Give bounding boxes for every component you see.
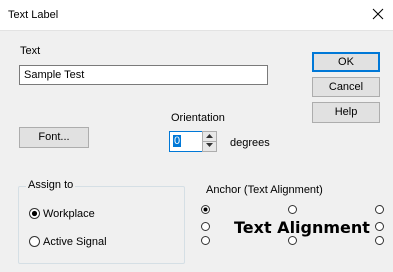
- active-signal-label[interactable]: Active Signal: [43, 236, 107, 248]
- workplace-label[interactable]: Workplace: [43, 208, 95, 220]
- assign-to-group: [18, 186, 185, 264]
- anchor-title: Anchor (Text Alignment): [206, 184, 323, 196]
- text-input[interactable]: [19, 65, 268, 85]
- title-bar: Text Label: [0, 0, 393, 31]
- anchor-preview-text: Text Alignment: [234, 218, 370, 237]
- anchor-bottom-left-radio[interactable]: [201, 236, 210, 245]
- orientation-spinner[interactable]: [202, 131, 217, 152]
- chevron-down-icon: [206, 143, 213, 147]
- orientation-input[interactable]: 0: [169, 131, 204, 152]
- anchor-top-center-radio[interactable]: [288, 205, 297, 214]
- window-title: Text Label: [8, 9, 59, 21]
- radio-checked-icon: [29, 208, 40, 219]
- orientation-value: 0: [173, 135, 182, 147]
- ok-button[interactable]: OK: [312, 52, 380, 72]
- text-label: Text: [20, 45, 41, 57]
- anchor-middle-left-radio[interactable]: [201, 222, 210, 231]
- active-signal-radio[interactable]: [29, 236, 40, 247]
- cancel-button[interactable]: Cancel: [312, 77, 380, 97]
- anchor-middle-right-radio[interactable]: [375, 222, 384, 231]
- anchor-bottom-right-radio[interactable]: [375, 236, 384, 245]
- close-icon[interactable]: [369, 5, 387, 23]
- spin-down-button[interactable]: [203, 141, 216, 150]
- assign-to-title: Assign to: [26, 179, 76, 191]
- radio-unchecked-icon: [29, 236, 40, 247]
- help-button[interactable]: Help: [312, 102, 380, 123]
- anchor-top-left-radio[interactable]: [201, 205, 210, 214]
- anchor-top-right-radio[interactable]: [375, 205, 384, 214]
- font-button[interactable]: Font...: [19, 127, 89, 148]
- chevron-up-icon: [206, 134, 213, 138]
- workplace-radio[interactable]: [29, 208, 40, 219]
- orientation-label: Orientation: [171, 112, 225, 124]
- anchor-bottom-center-radio[interactable]: [288, 236, 297, 245]
- degrees-unit: degrees: [230, 137, 270, 149]
